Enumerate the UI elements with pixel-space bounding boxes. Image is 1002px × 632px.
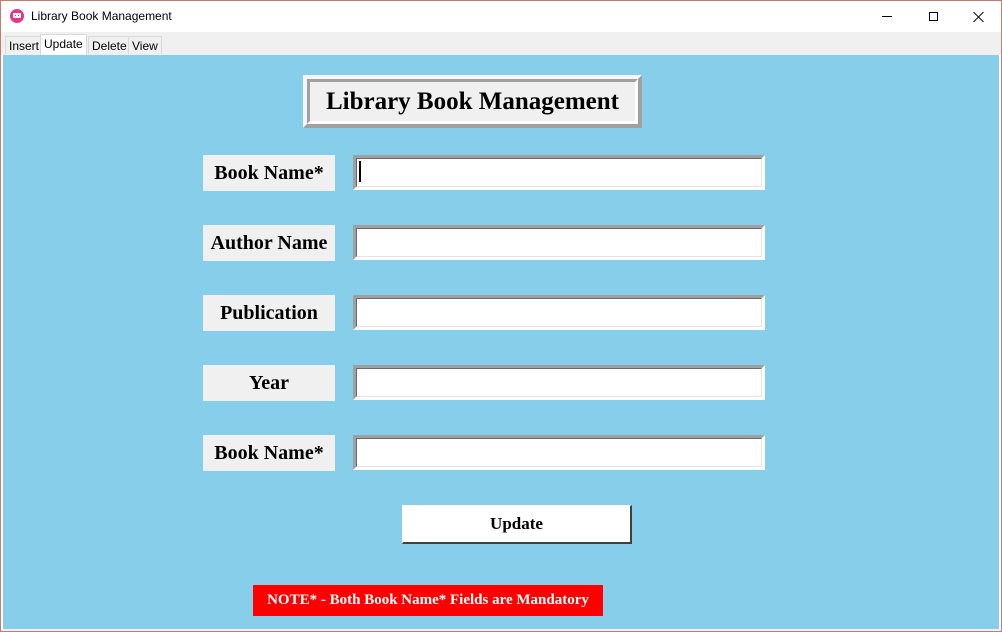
tab-bar: Insert Update Delete View bbox=[1, 32, 1001, 55]
new-book-name-field[interactable] bbox=[353, 435, 765, 470]
author-name-input[interactable] bbox=[357, 229, 763, 254]
year-input[interactable] bbox=[357, 369, 763, 394]
tab-insert[interactable]: Insert bbox=[5, 36, 44, 54]
window-title: Library Book Management bbox=[31, 9, 172, 23]
maximize-icon bbox=[928, 12, 938, 21]
publication-label: Publication bbox=[203, 295, 335, 331]
update-button[interactable]: Update bbox=[402, 505, 632, 544]
maximize-button[interactable] bbox=[910, 1, 956, 32]
minimize-button[interactable] bbox=[864, 1, 910, 32]
new-book-name-input[interactable] bbox=[357, 439, 763, 464]
year-field[interactable] bbox=[353, 365, 765, 400]
update-panel: Library Book Management Book Name* Autho… bbox=[3, 55, 999, 629]
minimize-icon bbox=[882, 16, 892, 17]
mandatory-note: NOTE* - Both Book Name* Fields are Manda… bbox=[253, 585, 603, 616]
close-button[interactable] bbox=[956, 1, 1001, 32]
book-name-field[interactable] bbox=[353, 155, 765, 190]
author-name-label: Author Name bbox=[203, 225, 335, 261]
tab-view[interactable]: View bbox=[128, 36, 162, 54]
form-heading: Library Book Management bbox=[307, 79, 638, 124]
publication-input[interactable] bbox=[357, 299, 763, 324]
book-name-input[interactable] bbox=[357, 159, 763, 184]
book-name-label: Book Name* bbox=[203, 155, 335, 191]
year-label: Year bbox=[203, 365, 335, 401]
author-name-field[interactable] bbox=[353, 225, 765, 260]
app-icon bbox=[10, 9, 24, 23]
text-cursor bbox=[359, 161, 361, 182]
app-window: Library Book Management Insert Update De… bbox=[0, 0, 1002, 632]
publication-field[interactable] bbox=[353, 295, 765, 330]
window-bottom-edge bbox=[1, 629, 1001, 631]
close-icon bbox=[973, 11, 985, 23]
title-bar[interactable]: Library Book Management bbox=[1, 1, 1001, 32]
tab-update[interactable]: Update bbox=[40, 34, 87, 55]
tab-delete[interactable]: Delete bbox=[88, 36, 131, 54]
new-book-name-label: Book Name* bbox=[203, 435, 335, 471]
form-heading-frame: Library Book Management bbox=[303, 75, 642, 128]
